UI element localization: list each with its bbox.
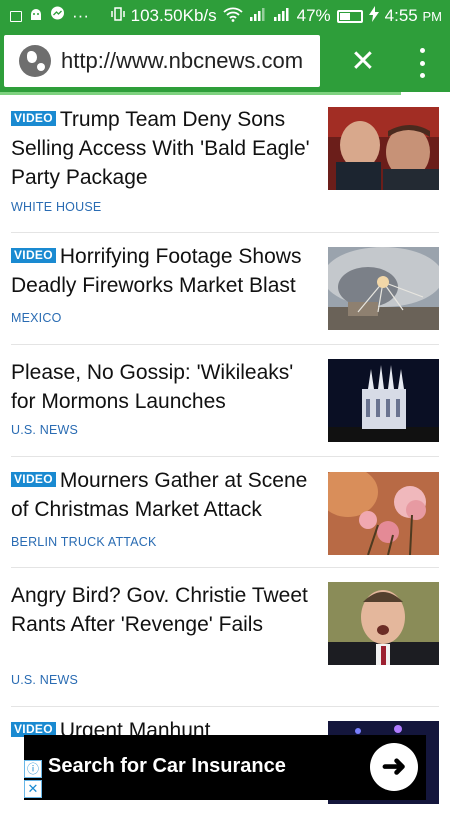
clock-ampm: PM <box>422 9 443 24</box>
story-item[interactable]: VIDEO Mourners Gather at Scene of Christm… <box>11 457 439 568</box>
menu-dot-icon <box>419 48 425 53</box>
story-thumbnail[interactable] <box>328 472 439 555</box>
browser-toolbar: http://www.nbcnews.com ✕ <box>0 32 450 92</box>
story-headline[interactable]: Angry Bird? Gov. Christie Tweet Rants Af… <box>11 581 323 639</box>
story-section[interactable]: U.S. NEWS <box>11 673 78 687</box>
story-headline[interactable]: Please, No Gossip: 'Wikileaks' for Mormo… <box>11 358 323 416</box>
video-badge: VIDEO <box>11 248 56 263</box>
overflow-menu-button[interactable] <box>410 48 434 78</box>
video-badge: VIDEO <box>11 472 56 487</box>
signal-1-icon <box>249 6 267 27</box>
story-item[interactable]: VIDEO Trump Team Deny Sons Selling Access… <box>11 96 439 233</box>
story-thumbnail[interactable] <box>328 359 439 442</box>
story-section[interactable]: MEXICO <box>11 311 62 325</box>
globe-icon <box>19 45 51 77</box>
image-notification-icon <box>10 10 22 22</box>
story-item[interactable]: Please, No Gossip: 'Wikileaks' for Mormo… <box>11 345 439 457</box>
signal-2-icon <box>273 6 291 27</box>
battery-icon <box>336 9 363 23</box>
battery-percent: 47% <box>296 6 331 25</box>
story-thumbnail[interactable] <box>328 107 439 190</box>
menu-dot-icon <box>419 73 425 78</box>
story-thumbnail[interactable] <box>328 582 439 665</box>
wifi-icon <box>223 6 243 27</box>
ad-banner[interactable]: Search for Car Insurance ➜ <box>24 735 426 800</box>
address-bar[interactable]: http://www.nbcnews.com <box>4 35 320 87</box>
clock-time: 4:55 <box>384 6 418 25</box>
story-section[interactable]: U.S. NEWS <box>11 423 78 437</box>
news-feed: VIDEO Trump Team Deny Sons Selling Access… <box>0 96 450 827</box>
ad-info-icon[interactable]: ⓘ <box>24 760 42 778</box>
vibrate-icon <box>110 6 125 27</box>
story-item[interactable]: Angry Bird? Gov. Christie Tweet Rants Af… <box>11 568 439 707</box>
status-bar: ··· 103.50Kb/s 47% 4:55 PM <box>0 0 450 32</box>
messenger-icon <box>50 6 65 26</box>
ad-text[interactable]: Search for Car Insurance <box>48 755 286 778</box>
story-title[interactable]: Please, No Gossip: 'Wikileaks' for Mormo… <box>11 361 293 413</box>
story-title[interactable]: Angry Bird? Gov. Christie Tweet Rants Af… <box>11 584 308 636</box>
close-tab-button[interactable]: ✕ <box>343 45 383 79</box>
page-load-progress-bar <box>0 92 401 95</box>
more-notifications-icon: ··· <box>72 6 89 25</box>
menu-dot-icon <box>419 60 425 66</box>
story-thumbnail[interactable] <box>328 247 439 330</box>
network-speed: 103.50Kb/s <box>130 6 217 25</box>
story-headline[interactable]: VIDEO Trump Team Deny Sons Selling Access… <box>11 105 323 192</box>
arrow-right-icon[interactable]: ➜ <box>370 743 418 791</box>
story-section[interactable]: WHITE HOUSE <box>11 200 101 214</box>
clock: 4:55 PM <box>385 6 442 26</box>
ad-close-button[interactable]: ✕ <box>24 780 42 798</box>
video-badge: VIDEO <box>11 111 56 126</box>
story-headline[interactable]: VIDEO Horrifying Footage Shows Deadly Fir… <box>11 242 323 300</box>
story-item[interactable]: VIDEO Horrifying Footage Shows Deadly Fir… <box>11 233 439 345</box>
story-headline[interactable]: VIDEO Mourners Gather at Scene of Christm… <box>11 466 323 524</box>
charging-icon <box>368 5 379 27</box>
story-section[interactable]: BERLIN TRUCK ATTACK <box>11 535 157 549</box>
android-notification-icon <box>29 6 43 26</box>
url-text[interactable]: http://www.nbcnews.com <box>61 48 303 74</box>
